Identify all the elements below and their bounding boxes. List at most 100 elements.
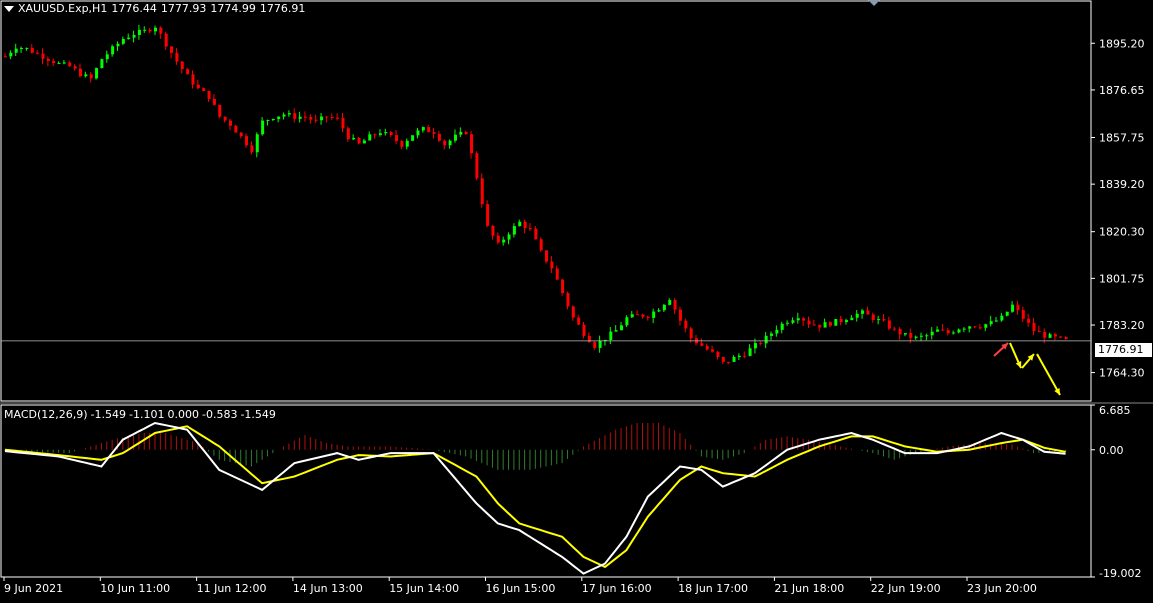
candle-body [175,52,179,62]
candle-body [780,323,784,330]
candle-body [427,127,431,133]
candle-body [95,68,99,79]
candle-body [352,137,356,140]
candle-body [737,355,741,357]
candle-body [52,60,56,64]
candle-body [357,137,361,144]
macd-value-1: -1.549 [90,408,127,421]
price-tick-label: 1801.75 [1099,272,1145,285]
candle-body [1048,334,1052,338]
candle-body [1037,331,1041,333]
candle-body [245,136,249,146]
candle-body [159,27,163,34]
candle-body [989,321,993,325]
candle-body [984,324,988,328]
candle-body [170,46,174,53]
candle-body [978,327,982,329]
candle-body [571,306,575,318]
candle-body [748,348,752,356]
candle-body [443,140,447,146]
candle-body [898,328,902,335]
candle-body [336,117,340,119]
candle-body [303,116,307,118]
candle-body [470,134,474,154]
macd-value-4: -0.583 [201,408,238,421]
candle-body [887,320,891,329]
chart-root: 1895.20 1876.65 1857.75 1839.20 1820.30 1801.… [0,0,1153,599]
candle-body [555,268,559,280]
current-price-tag: 1776.91 [1095,343,1152,357]
candle-body [850,317,854,321]
candle-body [636,314,640,316]
candle-body [73,66,77,69]
candle-body [871,314,875,321]
dropdown-triangle-icon[interactable] [4,6,14,12]
candle-body [389,132,393,136]
candle-body [1064,337,1068,339]
candle-body [566,293,570,307]
candle-body [593,342,597,348]
candle-body [395,135,399,142]
price-tick-label: 1839.20 [1099,178,1145,191]
candle-body [764,335,768,344]
candle-body [689,328,693,339]
candle-body [255,134,259,153]
candle-body [877,319,881,321]
candle-body [486,204,490,226]
time-tick-label: 22 Jun 19:00 [871,582,941,595]
candle-body [534,228,538,240]
candle-body [646,316,650,318]
candle-body [298,116,302,119]
open-value: 1776.44 [111,2,157,15]
price-tick-label: 1857.75 [1099,131,1145,144]
candle-body [786,322,790,324]
candle-body [41,53,45,59]
candle-body [1059,336,1063,338]
candle-body [105,54,109,60]
candle-body [946,330,950,334]
candle-body [941,329,945,331]
candle-body [368,134,372,141]
macd-header: MACD(12,26,9) -1.549 -1.101 0.000 -0.583 -1.5… [4,408,279,421]
macd-tick-label: 6.685 [1099,404,1131,417]
candle-body [212,98,216,105]
candle-body [111,46,115,55]
candle-body [518,221,522,227]
candle-body [491,225,495,236]
candle-body [346,128,350,140]
candle-body [807,320,811,325]
candle-body [523,221,527,229]
price-chart[interactable]: 1895.20 1876.65 1857.75 1839.20 1820.30 1801.… [0,0,1153,599]
candle-body [437,133,441,141]
candle-body [582,324,586,336]
candle-body [148,29,152,32]
macd-value-3: 0.000 [167,408,199,421]
candle-body [705,345,709,350]
candle-body [968,326,972,329]
candle-body [855,313,859,318]
candle-body [116,43,120,47]
candle-body [191,74,195,85]
candle-body [791,320,795,323]
low-value: 1774.99 [210,2,256,15]
candle-body [727,361,731,363]
candle-body [914,336,918,338]
candle-body [384,132,388,134]
candle-body [121,39,125,44]
candle-body [480,178,484,205]
candle-body [4,56,7,58]
candle-body [716,351,720,357]
candle-body [57,62,61,64]
candle-body [861,310,865,314]
candle-body [1000,315,1004,321]
candle-body [614,330,618,332]
candle-body [936,329,940,332]
candle-body [684,320,688,329]
candle-body [625,317,629,326]
candle-body [153,27,157,32]
candle-body [228,120,232,126]
price-tick-label: 1783.20 [1099,319,1145,332]
candle-body [314,119,318,121]
candle-body [448,140,452,146]
high-value: 1777.93 [160,2,207,15]
